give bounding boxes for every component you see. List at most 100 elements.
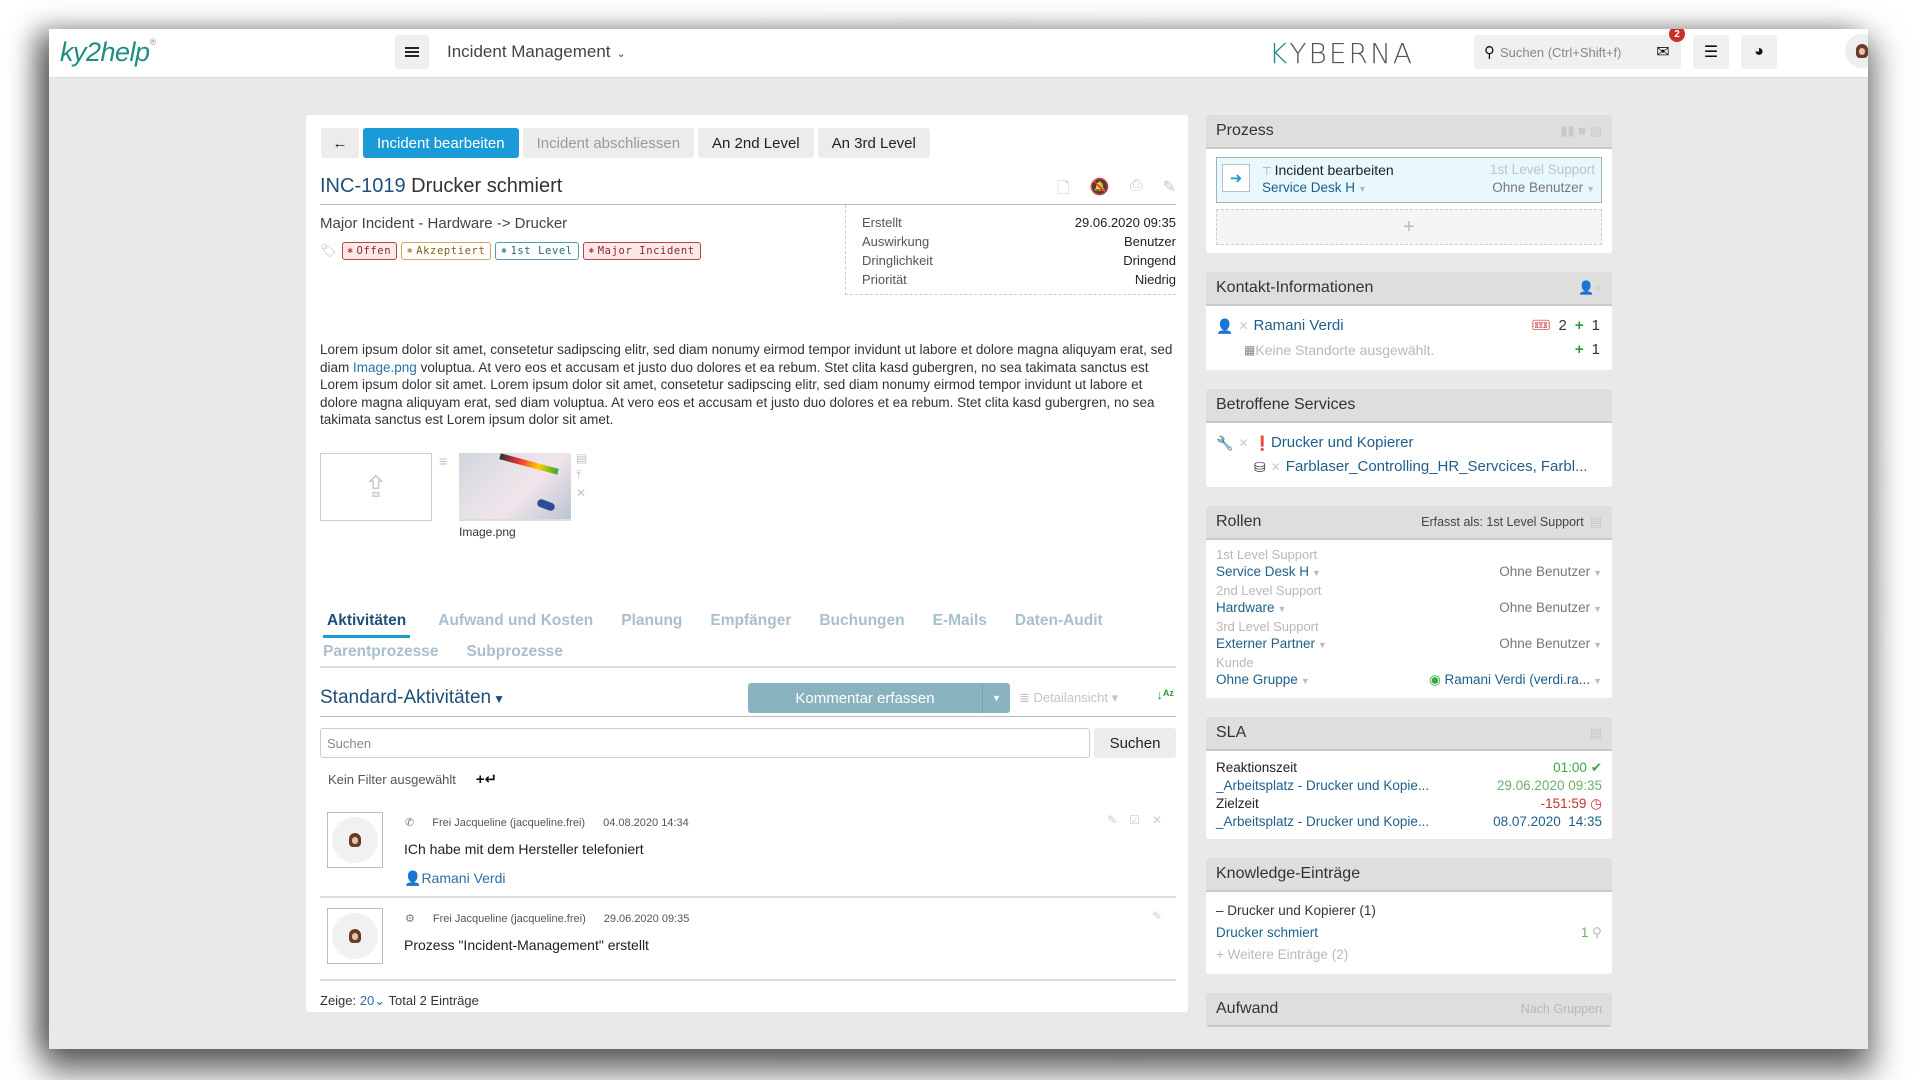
role-group-select[interactable]: Hardware ▼ — [1216, 599, 1286, 618]
ci-name[interactable]: Farblaser_Controlling_HR_Servcices, Farb… — [1286, 455, 1588, 479]
more-entries[interactable]: + Weitere Einträge (2) — [1216, 944, 1602, 966]
caret-down-icon: ▼ — [1358, 184, 1367, 194]
menu-button[interactable] — [395, 35, 429, 69]
activities-view-selector[interactable]: Standard-Aktivitäten ▼ — [320, 687, 505, 709]
upload-dropzone[interactable]: ⇪ — [320, 453, 432, 521]
role-group-select[interactable]: Externer Partner ▼ — [1216, 635, 1327, 654]
activities-search-input[interactable] — [320, 728, 1090, 758]
checkbox-icon[interactable]: ☑ — [1129, 813, 1140, 827]
tab-planung[interactable]: Planung — [607, 607, 696, 638]
role-group-select[interactable]: Ohne Gruppe ▼ — [1216, 671, 1310, 690]
role-user-select[interactable]: ◉ Ramani Verdi (verdi.ra... ▼ — [1429, 671, 1602, 690]
layout-toggle-icons[interactable]: ▮▮ ■ ▤ — [1560, 123, 1602, 139]
description-image-link[interactable]: Image.png — [353, 360, 417, 375]
close-icon[interactable]: ✕ — [1152, 813, 1162, 827]
sort-az-icon[interactable]: ↓ᴬᶻ — [1156, 687, 1174, 702]
tag-major-incident[interactable]: ✱ Major Incident — [582, 242, 701, 260]
remove-icon[interactable]: ✕ — [1271, 455, 1281, 479]
plus-icon[interactable]: + — [1575, 314, 1584, 338]
role-user-select[interactable]: Ohne Benutzer ▼ — [1499, 599, 1602, 618]
mail-button[interactable]: ✉ 2 — [1645, 29, 1685, 69]
description-text: voluptua. At vero eos et accusam et just… — [320, 359, 1155, 428]
drag-handle-icon[interactable]: ≡ — [439, 453, 447, 469]
clock-icon: ◷ — [1590, 796, 1602, 811]
sla-sub[interactable]: _Arbeitsplatz - Drucker und Kopie... — [1216, 813, 1429, 831]
edit-incident-button[interactable]: Incident bearbeiten — [363, 128, 519, 158]
detail-view-dropdown[interactable]: ≣ Detailansicht ▾ — [1019, 690, 1118, 706]
role-group-select[interactable]: Service Desk H ▼ — [1216, 563, 1321, 582]
tab-empfaenger[interactable]: Empfänger — [696, 607, 805, 638]
tag-label: Major Incident — [597, 245, 695, 257]
tag-akzeptiert[interactable]: ✱ Akzeptiert — [401, 242, 492, 260]
delete-icon[interactable]: ✕ — [576, 486, 587, 500]
activities-search-button[interactable]: Suchen — [1094, 728, 1176, 758]
app-switcher[interactable]: Incident Management ⌄ — [447, 42, 626, 62]
plus-icon[interactable]: + — [1575, 338, 1584, 362]
service-name[interactable]: Drucker und Kopierer — [1271, 431, 1414, 455]
contact-name[interactable]: Ramani Verdi — [1254, 314, 1344, 338]
server-button[interactable]: ☰ — [1693, 35, 1729, 69]
tab-aufwand-kosten[interactable]: Aufwand und Kosten — [424, 607, 607, 638]
close-incident-button[interactable]: Incident abschliessen — [522, 128, 695, 158]
back-button[interactable]: ← — [321, 128, 359, 158]
role-label: 3rd Level Support — [1216, 619, 1319, 634]
preview-icon[interactable]: ▤ — [576, 451, 587, 465]
add-comment-label: Kommentar erfassen — [795, 689, 935, 707]
tab-emails[interactable]: E-Mails — [919, 607, 1001, 638]
user-icon: 👤 — [404, 870, 422, 886]
knowledge-entry-link[interactable]: Drucker schmiert — [1216, 922, 1318, 944]
gear-icon: ✱ — [588, 246, 595, 256]
process-step[interactable]: ➜ ⊤ Incident bearbeiten Service Desk H ▼ 1… — [1216, 157, 1602, 203]
print-icon[interactable]: ⎙ — [1130, 177, 1143, 204]
document-icon[interactable]: 🗋 — [1057, 177, 1070, 204]
add-step-button[interactable]: + — [1216, 209, 1602, 245]
logo[interactable]: ky2help® — [60, 37, 156, 68]
tab-daten-audit[interactable]: Daten-Audit — [1001, 607, 1117, 638]
meta-value: Dringend — [1123, 253, 1176, 268]
list-icon[interactable]: ▤ — [1590, 514, 1602, 530]
bell-slash-icon[interactable]: 🔕 — [1090, 177, 1110, 204]
tab-parentprozesse[interactable]: Parentprozesse — [320, 638, 452, 669]
pencil-icon[interactable]: ✎ — [1107, 813, 1117, 827]
knowledge-group[interactable]: ‒ Drucker und Kopierer (1) — [1216, 900, 1602, 922]
meta-value: Niedrig — [1134, 272, 1176, 287]
remove-icon[interactable]: ✕ — [1238, 314, 1248, 338]
page-size-select[interactable]: 20⌄ — [360, 993, 385, 1008]
attachment-thumbnail[interactable] — [459, 453, 571, 521]
effort-mode[interactable]: Nach Gruppen — [1521, 1002, 1602, 1016]
remove-icon[interactable]: ✕ — [1238, 431, 1248, 455]
list-icon[interactable]: ▤ — [1590, 725, 1602, 741]
add-filter-icon[interactable]: +↵ — [476, 770, 497, 788]
add-comment-button[interactable]: Kommentar erfassen ▼ — [748, 683, 1010, 713]
check-icon: ✔ — [1590, 760, 1602, 775]
pencil-icon[interactable]: ✎ — [1152, 909, 1162, 923]
download-icon[interactable]: ⤒ — [576, 468, 587, 483]
to-2nd-level-button[interactable]: An 2nd Level — [698, 128, 814, 158]
step-group-select[interactable]: Service Desk H ▼ — [1262, 180, 1367, 195]
sla-panel-header: SLA ▤ — [1206, 717, 1612, 751]
role-user-select[interactable]: Ohne Benutzer ▼ — [1499, 635, 1602, 654]
to-3rd-level-button[interactable]: An 3rd Level — [817, 128, 930, 158]
meta-impact: Auswirkung Benutzer — [862, 232, 1176, 251]
tag-1st-level[interactable]: ✱ 1st Level — [495, 242, 579, 260]
tab-buchungen[interactable]: Buchungen — [805, 607, 918, 638]
sla-sub[interactable]: _Arbeitsplatz - Drucker und Kopie... — [1216, 777, 1429, 795]
tab-aktivitaeten[interactable]: Aktivitäten — [323, 607, 411, 638]
dashboard-button[interactable]: ◕ — [1741, 35, 1777, 69]
knowledge-panel: Knowledge-Einträge ‒ Drucker und Kopiere… — [1206, 858, 1612, 974]
user-avatar[interactable] — [1845, 34, 1868, 68]
sla-label: Zielzeit — [1216, 796, 1259, 811]
caret-down-icon[interactable]: ▼ — [982, 683, 1010, 713]
tag-offen[interactable]: ✱ Offen — [341, 242, 398, 260]
role-user-select[interactable]: Ohne Benutzer ▼ — [1499, 563, 1602, 582]
add-user-icon[interactable]: 👤+ — [1578, 280, 1602, 296]
tag-label: Akzeptiert — [416, 245, 486, 257]
dashboard-icon: ◕ — [1754, 43, 1764, 60]
step-user-select[interactable]: Ohne Benutzer ▼ — [1492, 180, 1595, 195]
activity-person-link[interactable]: 👤Ramani Verdi — [404, 870, 505, 887]
search-icon[interactable]: ⚲ — [1592, 925, 1602, 940]
pencil-icon[interactable]: ✎ — [1163, 177, 1176, 204]
tab-subprozesse[interactable]: Subprozesse — [452, 638, 576, 669]
detail-tabs: Aktivitäten Aufwand und Kosten Planung E… — [320, 607, 1176, 668]
ticket-count[interactable]: 2 — [1559, 314, 1567, 338]
